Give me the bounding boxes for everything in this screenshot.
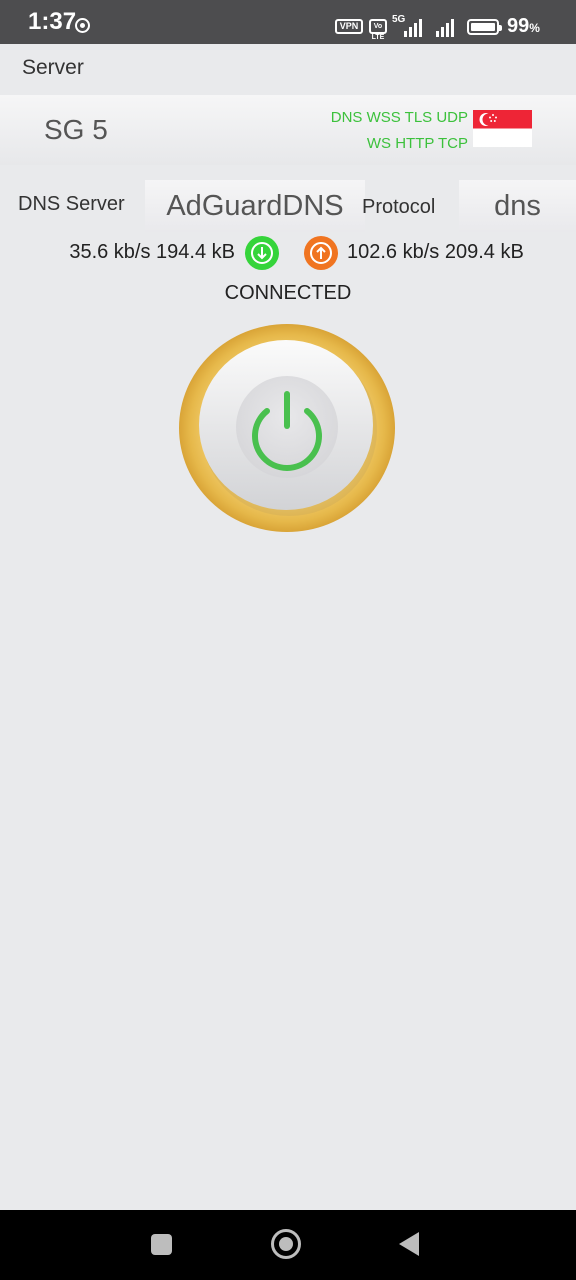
upload-rate: 102.6 kb/s 209.4 kB: [347, 241, 524, 263]
status-time: 1:37: [28, 8, 77, 35]
recents-square-icon[interactable]: [151, 1234, 172, 1255]
home-circle-icon[interactable]: [271, 1229, 301, 1259]
notification-icon: [75, 18, 90, 33]
power-button[interactable]: [178, 322, 396, 534]
upload-icon: [304, 236, 338, 270]
navigation-bar: [0, 1210, 576, 1280]
dns-server-select[interactable]: AdGuardDNS: [145, 180, 365, 232]
battery-icon: [467, 19, 502, 35]
protocol-select[interactable]: dns: [459, 180, 576, 232]
protocol-label: Protocol: [362, 196, 436, 218]
server-selector[interactable]: SG 5 DNS WSS TLS UDP WS HTTP TCP: [0, 95, 576, 165]
vpn-badge: VPN: [335, 19, 363, 34]
server-name: SG 5: [44, 114, 108, 145]
signal-icon-2: [436, 18, 454, 37]
power-icon: [179, 324, 395, 532]
signal-icon: [404, 18, 422, 37]
server-protocols-line2: WS HTTP TCP: [366, 135, 468, 152]
download-icon: [245, 236, 279, 270]
battery-percent: 99%: [507, 15, 540, 37]
singapore-flag-icon: [473, 110, 532, 147]
download-rate: 35.6 kb/s 194.4 kB: [69, 241, 235, 263]
server-protocols-line1: DNS WSS TLS UDP: [330, 109, 468, 126]
status-bar: 1:37 VPN Vo LTE 5G 99%: [0, 0, 576, 44]
back-triangle-icon[interactable]: [399, 1232, 419, 1256]
dns-server-label: DNS Server: [18, 193, 125, 215]
volte-badge: Vo LTE: [369, 19, 387, 41]
page-title: Server: [22, 56, 84, 79]
connection-status: CONNECTED: [224, 282, 352, 304]
